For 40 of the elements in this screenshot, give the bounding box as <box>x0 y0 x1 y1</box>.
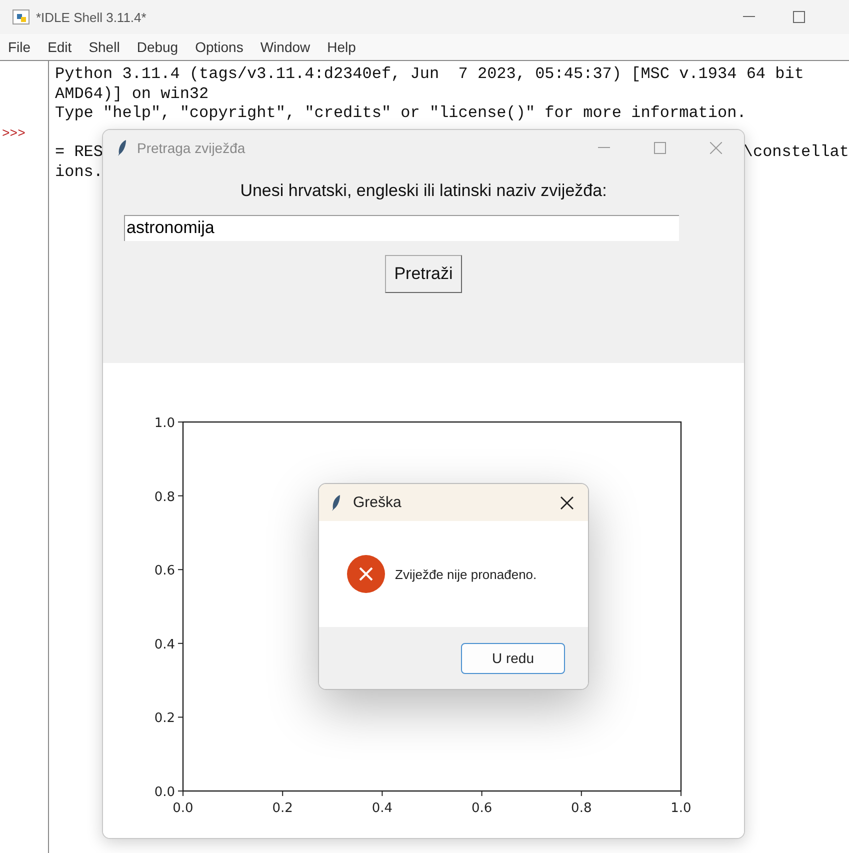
tick-label: 0.2 <box>154 711 175 726</box>
window-title: *IDLE Shell 3.11.4* <box>36 10 146 24</box>
menu-item[interactable]: Debug <box>128 39 188 55</box>
close-icon[interactable] <box>560 496 574 510</box>
tick-label: 0.8 <box>154 490 175 505</box>
tick-label: 1.0 <box>670 801 692 816</box>
shell-prompt: >>> <box>1 126 26 140</box>
shell-output: ions. <box>55 162 104 180</box>
feather-icon <box>117 139 127 158</box>
tick-label: 0.6 <box>471 801 492 816</box>
menu-item[interactable]: Edit <box>40 39 81 55</box>
shell-output: Python 3.11.4 (tags/v3.11.4:d2340ef, Jun 7 2023, 05:45:37) [MSC v.1934 64 bit <box>55 65 804 83</box>
tick-label: 0.4 <box>372 801 393 816</box>
menu-item[interactable]: Help <box>319 39 365 55</box>
minimize-icon[interactable] <box>743 16 755 18</box>
tick-label: 1.0 <box>154 416 175 431</box>
shell-output: AMD64)] on win32 <box>55 84 209 102</box>
window-title: Pretraga zviježđa <box>137 140 246 156</box>
shell-output: = RES <box>55 143 104 162</box>
tick-label: 0.0 <box>172 801 194 816</box>
menu-item[interactable]: Window <box>252 39 320 55</box>
feather-icon <box>331 494 341 512</box>
tick-label: 0.0 <box>154 785 175 800</box>
error-icon <box>347 555 385 593</box>
search-button[interactable]: Pretraži <box>385 254 462 292</box>
ok-button[interactable]: U redu <box>461 642 565 674</box>
dialog-title: Greška <box>353 494 402 511</box>
tick-label: 0.8 <box>571 801 592 816</box>
maximize-icon[interactable] <box>793 11 805 23</box>
tick-label: 0.6 <box>154 564 175 579</box>
error-message: Zviježđe nije pronađeno. <box>395 566 537 582</box>
shell-output: Type "help", "copyright", "credits" or "license()" for more information. <box>55 104 746 122</box>
menu-item[interactable]: File <box>0 39 40 55</box>
menu-item[interactable]: Shell <box>80 39 129 55</box>
tick-label: 0.2 <box>272 801 293 816</box>
menu-item[interactable]: Options <box>187 39 252 55</box>
tick-label: 0.4 <box>154 637 175 652</box>
search-field[interactable]: astronomija <box>124 214 678 240</box>
shell-output: \constellat <box>743 143 849 162</box>
prompt-label: Unesi hrvatski, engleski ili latinski naziv zviježđa: <box>240 180 607 200</box>
